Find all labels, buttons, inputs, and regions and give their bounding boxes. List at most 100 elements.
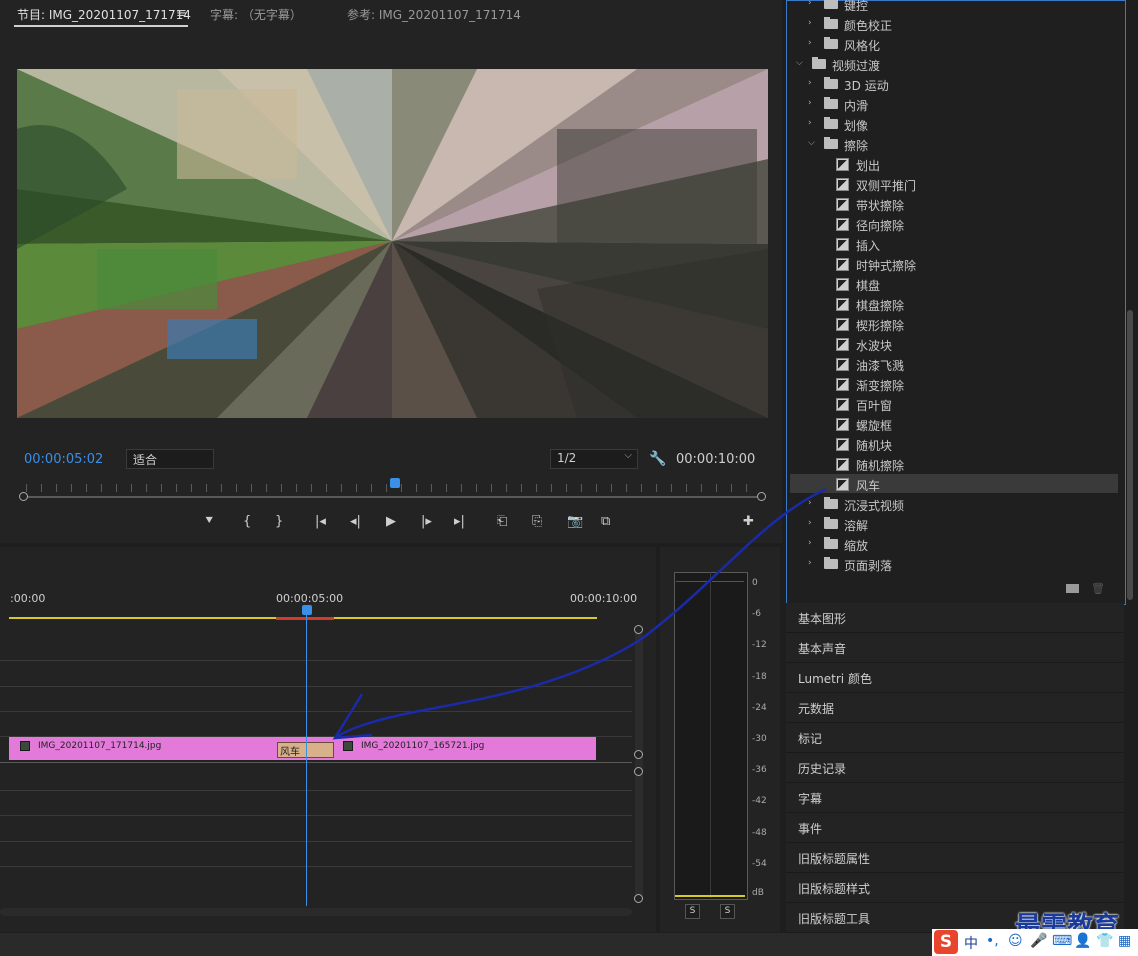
- mark-out-button[interactable]: }: [275, 514, 283, 529]
- effect-item[interactable]: 渐变擦除: [820, 375, 1116, 395]
- effect-item[interactable]: 棋盘: [820, 275, 1116, 295]
- chevron-right-icon[interactable]: ›: [808, 538, 812, 548]
- effect-item[interactable]: 径向擦除: [820, 215, 1116, 235]
- microphone-icon[interactable]: 🎤: [1030, 933, 1047, 949]
- skin-icon[interactable]: 👕: [1096, 933, 1113, 949]
- panel-tab[interactable]: 元数据: [786, 693, 1124, 723]
- effect-folder[interactable]: › 沉浸式视频: [808, 495, 1116, 515]
- effect-folder[interactable]: › 键控: [808, 0, 1116, 15]
- timeline-playhead[interactable]: [302, 605, 312, 615]
- chevron-down-icon[interactable]: ⌵: [808, 138, 815, 148]
- effect-item[interactable]: 时钟式擦除: [820, 255, 1116, 275]
- effect-item[interactable]: 随机块: [820, 435, 1116, 455]
- effect-item[interactable]: 楔形擦除: [820, 315, 1116, 335]
- add-marker-button[interactable]: ⯆: [204, 514, 214, 529]
- effects-scrollbar[interactable]: [1127, 310, 1133, 600]
- chevron-right-icon[interactable]: ›: [808, 118, 812, 128]
- effect-item[interactable]: 风车: [820, 475, 1116, 495]
- effect-item[interactable]: 双侧平推门: [820, 175, 1116, 195]
- scroll-handle[interactable]: [634, 767, 643, 776]
- go-to-in-button[interactable]: |◂: [315, 514, 326, 529]
- track-scrollbar[interactable]: [635, 628, 643, 900]
- tab-captions[interactable]: 字幕: （无字幕）: [210, 6, 302, 23]
- effect-item[interactable]: 插入: [820, 235, 1116, 255]
- effect-folder[interactable]: › 3D 运动: [808, 75, 1116, 95]
- panel-tab[interactable]: 旧版标题属性: [786, 843, 1124, 873]
- scroll-handle[interactable]: [634, 625, 643, 634]
- solo-left-button[interactable]: S: [685, 904, 700, 919]
- chevron-right-icon[interactable]: ›: [808, 498, 812, 508]
- compare-view-button[interactable]: ⧉: [601, 514, 610, 529]
- chevron-down-icon[interactable]: ⌵: [796, 58, 803, 68]
- chevron-right-icon[interactable]: ›: [808, 38, 812, 48]
- effect-item[interactable]: 百叶窗: [820, 395, 1116, 415]
- zoom-fit-select[interactable]: 适合 ⌵: [126, 449, 214, 469]
- panel-tab[interactable]: 基本声音: [786, 633, 1124, 663]
- effect-folder[interactable]: › 页面剥落: [808, 555, 1116, 575]
- panel-tab[interactable]: 字幕: [786, 783, 1124, 813]
- effect-item[interactable]: 螺旋框: [820, 415, 1116, 435]
- scroll-handle[interactable]: [634, 894, 643, 903]
- effect-folder[interactable]: › 颜色校正: [808, 15, 1116, 35]
- solo-right-button[interactable]: S: [720, 904, 735, 919]
- panel-tab[interactable]: 事件: [786, 813, 1124, 843]
- go-to-out-button[interactable]: ▸|: [454, 514, 465, 529]
- step-forward-button[interactable]: |▸: [421, 514, 432, 529]
- effect-item[interactable]: 带状擦除: [820, 195, 1116, 215]
- panel-tab[interactable]: 基本图形: [786, 603, 1124, 633]
- effect-folder[interactable]: › 风格化: [808, 35, 1116, 55]
- scrub-start-handle[interactable]: [19, 492, 28, 501]
- effect-folder[interactable]: › 缩放: [808, 535, 1116, 555]
- ime-logo-icon[interactable]: S: [934, 930, 958, 954]
- button-editor-add[interactable]: ✚: [743, 514, 754, 529]
- scroll-handle[interactable]: [634, 750, 643, 759]
- chevron-right-icon[interactable]: ›: [808, 18, 812, 28]
- current-timecode[interactable]: 00:00:05:02: [24, 452, 103, 467]
- scrub-bar[interactable]: [24, 496, 762, 498]
- db-label: -12: [752, 640, 767, 650]
- panel-tab[interactable]: 历史记录: [786, 753, 1124, 783]
- effect-folder[interactable]: › 内滑: [808, 95, 1116, 115]
- effect-item[interactable]: 水波块: [820, 335, 1116, 355]
- panel-tab[interactable]: 标记: [786, 723, 1124, 753]
- grid-icon[interactable]: ▦: [1118, 933, 1131, 949]
- effect-folder[interactable]: ⌵ 视频过渡: [796, 55, 1116, 75]
- punctuation-icon[interactable]: •,: [986, 933, 999, 949]
- tab-program[interactable]: 节目: IMG_20201107_171714: [17, 6, 191, 23]
- effect-item[interactable]: 油漆飞溅: [820, 355, 1116, 375]
- effect-item[interactable]: 棋盘擦除: [820, 295, 1116, 315]
- effect-item[interactable]: 随机擦除: [820, 455, 1116, 475]
- panel-tab[interactable]: 旧版标题样式: [786, 873, 1124, 903]
- tab-reference[interactable]: 参考: IMG_20201107_171714: [347, 6, 521, 23]
- effect-item[interactable]: 划出: [820, 155, 1116, 175]
- trash-icon[interactable]: 🗑: [1091, 582, 1105, 595]
- extract-button[interactable]: ⎘: [532, 514, 542, 529]
- new-bin-icon[interactable]: [1066, 584, 1079, 593]
- chevron-right-icon[interactable]: ›: [808, 78, 812, 88]
- effect-folder[interactable]: › 溶解: [808, 515, 1116, 535]
- emoji-icon[interactable]: ☺: [1008, 933, 1023, 949]
- chevron-right-icon[interactable]: ›: [808, 558, 812, 568]
- playback-resolution-select[interactable]: 1/2 ⌵: [550, 449, 638, 469]
- step-back-button[interactable]: ◂|: [350, 514, 361, 529]
- peak-indicator-right[interactable]: [712, 573, 744, 582]
- mark-in-button[interactable]: {: [243, 514, 251, 529]
- export-frame-button[interactable]: 📷: [567, 514, 583, 529]
- timeline-horizontal-scrollbar[interactable]: [0, 908, 632, 916]
- scrub-end-handle[interactable]: [757, 492, 766, 501]
- keyboard-icon[interactable]: ⌨: [1052, 933, 1072, 949]
- chevron-right-icon[interactable]: ›: [808, 98, 812, 108]
- play-button[interactable]: ▶: [386, 514, 396, 529]
- lift-button[interactable]: ⎗: [497, 514, 507, 529]
- user-icon[interactable]: 👤: [1074, 933, 1091, 949]
- chevron-right-icon[interactable]: ›: [808, 0, 812, 8]
- wrench-icon[interactable]: 🔧: [649, 451, 666, 467]
- panel-menu-icon[interactable]: ≡: [176, 6, 187, 21]
- peak-indicator-left[interactable]: [676, 573, 708, 582]
- effect-folder[interactable]: › 划像: [808, 115, 1116, 135]
- monitor-playhead[interactable]: [390, 478, 400, 488]
- effect-folder[interactable]: ⌵ 擦除: [808, 135, 1116, 155]
- panel-tab[interactable]: Lumetri 颜色: [786, 663, 1124, 693]
- ime-mode[interactable]: 中: [964, 933, 978, 953]
- chevron-right-icon[interactable]: ›: [808, 518, 812, 528]
